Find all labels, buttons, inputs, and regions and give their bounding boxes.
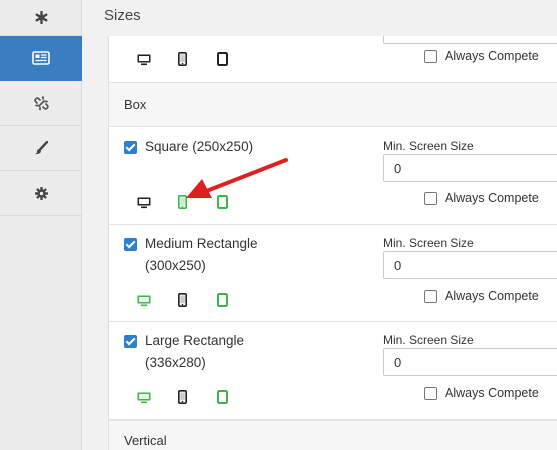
mobile-device-toggle[interactable]: [178, 390, 187, 404]
tablet-icon: [217, 390, 228, 404]
group-label: Box: [124, 97, 147, 112]
desktop-device-toggle[interactable]: [137, 392, 151, 404]
always-compete-checkbox[interactable]: [424, 386, 437, 400]
desktop-icon: [137, 392, 151, 404]
mobile-device-toggle[interactable]: [178, 293, 187, 307]
always-compete-option[interactable]: Always Compete: [424, 191, 539, 205]
size-checkbox[interactable]: [124, 238, 137, 251]
mobile-device-toggle[interactable]: [178, 195, 187, 209]
tablet-device-toggle[interactable]: [217, 195, 228, 209]
group-header-vertical: Vertical: [109, 420, 557, 450]
always-compete-checkbox[interactable]: [424, 289, 437, 303]
min-screen-label: Min. Screen Size: [383, 333, 474, 347]
tablet-device-toggle[interactable]: [217, 390, 228, 404]
always-compete-checkbox[interactable]: [424, 191, 437, 205]
always-compete-checkbox[interactable]: [424, 49, 437, 63]
mobile-icon: [178, 52, 187, 66]
sidebar-item-general[interactable]: [0, 0, 82, 36]
mobile-icon: [178, 195, 187, 209]
desktop-device-toggle[interactable]: [137, 54, 151, 66]
sidebar: [0, 0, 82, 450]
min-screen-input-group: px: [383, 348, 557, 376]
tablet-device-toggle[interactable]: [217, 293, 228, 307]
group-label: Vertical: [124, 433, 167, 448]
size-name: Large Rectangle: [145, 333, 245, 348]
size-dimensions: (300x250): [145, 258, 206, 273]
min-screen-input[interactable]: [383, 348, 557, 376]
desktop-icon: [137, 295, 151, 307]
sidebar-item-styles[interactable]: [0, 126, 82, 171]
group-header-box: Box: [109, 82, 557, 127]
size-name: Medium Rectangle: [145, 236, 258, 251]
sidebar-item-sizes[interactable]: [0, 36, 82, 81]
desktop-icon: [137, 197, 151, 209]
size-dimensions: (336x280): [145, 355, 206, 370]
size-name: Square (250x250): [145, 139, 254, 154]
desktop-device-toggle[interactable]: [137, 295, 151, 307]
min-screen-input[interactable]: [383, 36, 557, 44]
always-compete-option[interactable]: Always Compete: [424, 289, 539, 303]
paint-brush-icon: [34, 141, 48, 155]
always-compete-option[interactable]: Always Compete: [424, 49, 539, 63]
min-screen-input[interactable]: [383, 154, 557, 182]
always-compete-label: Always Compete: [445, 191, 539, 205]
min-screen-label: Min. Screen Size: [383, 139, 474, 153]
asterisk-icon: [35, 11, 48, 24]
mobile-icon: [178, 293, 187, 307]
always-compete-label: Always Compete: [445, 49, 539, 63]
tablet-icon: [217, 52, 228, 66]
mobile-icon: [178, 390, 187, 404]
size-checkbox[interactable]: [124, 335, 137, 348]
min-screen-input-group: px: [383, 251, 557, 279]
min-screen-input[interactable]: [383, 251, 557, 279]
desktop-device-toggle[interactable]: [137, 197, 151, 209]
tablet-icon: [217, 293, 228, 307]
gear-icon: [34, 186, 48, 200]
size-checkbox[interactable]: [124, 141, 137, 154]
sidebar-item-links[interactable]: [0, 81, 82, 126]
desktop-icon: [137, 54, 151, 66]
always-compete-label: Always Compete: [445, 289, 539, 303]
page-title: Sizes: [104, 7, 141, 24]
tablet-icon: [217, 195, 228, 209]
page-header: Sizes: [83, 0, 557, 36]
min-screen-input-group: px: [383, 154, 557, 182]
size-row-large-rectangle: Large Rectangle (336x280) Min. Screen Si…: [109, 322, 557, 420]
min-screen-input-group: [383, 36, 557, 44]
tablet-device-toggle[interactable]: [217, 52, 228, 66]
always-compete-option[interactable]: Always Compete: [424, 386, 539, 400]
unlink-icon: [33, 95, 49, 111]
size-row-medium-rectangle: Medium Rectangle (300x250) Min. Screen S…: [109, 225, 557, 322]
always-compete-label: Always Compete: [445, 386, 539, 400]
size-row-square: Square (250x250) Min. Screen Size px Alw…: [109, 127, 557, 225]
newspaper-icon: [32, 51, 50, 65]
sizes-panel: Always Compete Box Square (250x250) Min.…: [108, 36, 557, 450]
mobile-device-toggle[interactable]: [178, 52, 187, 66]
sidebar-item-settings[interactable]: [0, 171, 82, 216]
min-screen-label: Min. Screen Size: [383, 236, 474, 250]
